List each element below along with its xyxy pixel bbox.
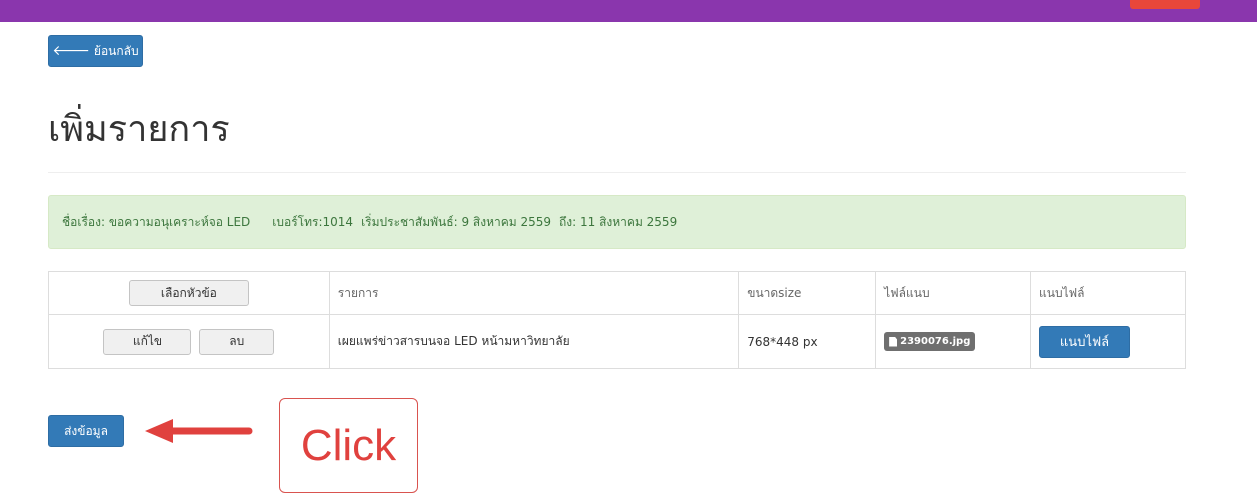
row-file-cell: 2390076.jpg xyxy=(875,314,1032,369)
row-attach-cell: แนบไฟล์ xyxy=(1030,314,1186,369)
back-button[interactable]: 🡐 ย้อนกลับ xyxy=(48,35,143,67)
click-annotation: Click xyxy=(279,398,418,493)
file-link[interactable]: 2390076.jpg xyxy=(884,332,976,351)
header-item: รายการ xyxy=(328,271,740,315)
navbar-accent xyxy=(1130,0,1200,9)
table-row: แก้ไข ลบ เผยแพร่ข่าวสารบนจอ LED หน้ามหาว… xyxy=(48,314,1186,369)
annotation-arrow-icon xyxy=(145,419,253,443)
items-table: เลือกหัวข้อ รายการ ขนาดsize ไฟล์แนบ แนบไ… xyxy=(48,271,1186,369)
info-subject: ชื่อเรื่อง: ขอความอนุเคราะห์จอ LED xyxy=(62,214,251,229)
divider xyxy=(48,172,1186,173)
top-navbar xyxy=(0,0,1257,22)
row-size: 768*448 px xyxy=(738,314,877,369)
back-button-label: ย้อนกลับ xyxy=(93,43,139,58)
row-actions-cell: แก้ไข ลบ xyxy=(48,314,330,369)
submit-button[interactable]: ส่งข้อมูล xyxy=(48,415,124,447)
file-name: 2390076.jpg xyxy=(900,336,971,347)
file-icon xyxy=(889,336,898,347)
attach-file-button[interactable]: แนบไฟล์ xyxy=(1039,325,1131,358)
info-alert: ชื่อเรื่อง: ขอความอนุเคราะห์จอ LED เบอร์… xyxy=(48,195,1186,249)
click-annotation-text: Click xyxy=(300,420,397,470)
header-attach: แนบไฟล์ xyxy=(1030,271,1186,315)
info-start-date: เริ่มประชาสัมพันธ์: 9 สิงหาคม 2559 xyxy=(361,214,552,229)
arrow-left-icon: 🡐 xyxy=(52,43,90,59)
delete-button[interactable]: ลบ xyxy=(199,328,275,355)
page-title: เพิ่มรายการ xyxy=(48,109,230,150)
header-size: ขนาดsize xyxy=(738,271,877,315)
info-end-date: ถึง: 11 สิงหาคม 2559 xyxy=(559,214,678,229)
table-header-row: เลือกหัวข้อ รายการ ขนาดsize ไฟล์แนบ แนบไ… xyxy=(48,271,1186,315)
header-file: ไฟล์แนบ xyxy=(875,271,1032,315)
header-topic-cell: เลือกหัวข้อ xyxy=(48,271,330,315)
select-topic-button[interactable]: เลือกหัวข้อ xyxy=(128,280,249,306)
info-phone: เบอร์โทร:1014 xyxy=(272,214,354,229)
edit-button[interactable]: แก้ไข xyxy=(103,328,192,355)
row-item: เผยแพร่ข่าวสารบนจอ LED หน้ามหาวิทยาลัย xyxy=(328,314,740,369)
